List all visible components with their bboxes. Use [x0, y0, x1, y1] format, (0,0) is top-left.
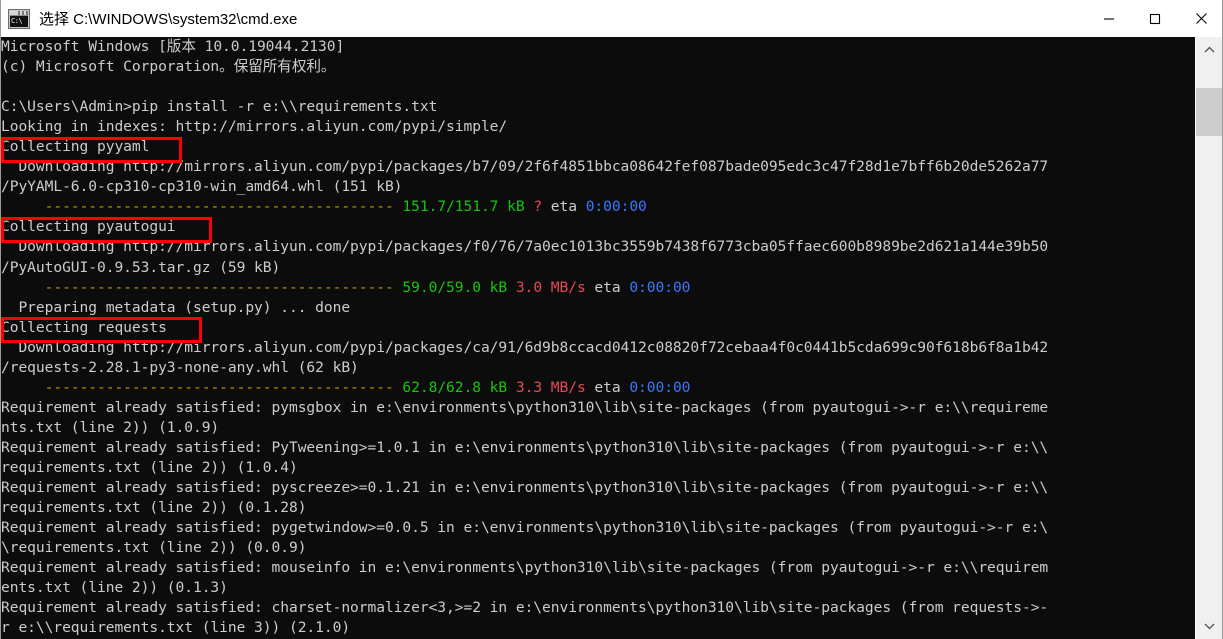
- console-text-span: 59.0/59.0 kB: [402, 278, 508, 296]
- console-text-span: Requirement already satisfied: pymsgbox …: [1, 398, 1049, 416]
- console-line: \requirements.txt (line 2)) (0.0.9): [1, 538, 1197, 558]
- console-text-span: ?: [533, 198, 543, 216]
- cmd-window: C:\ 选择 C:\WINDOWS\system32\cmd.exe Micro…: [0, 0, 1223, 639]
- console-line: /PyAutoGUI-0.9.53.tar.gz (59 kB): [1, 258, 1197, 278]
- console-text-span: r e:\\requirements.txt (line 3)) (2.1.0): [1, 619, 351, 637]
- console-text-span: [1, 198, 45, 215]
- console-text-span: ----------------------------------------: [44, 198, 403, 216]
- console-line: Downloading http://mirrors.aliyun.com/py…: [1, 237, 1197, 257]
- console-line: Requirement already satisfied: mouseinfo…: [1, 558, 1197, 578]
- console-text-span: 3.0 MB/s: [515, 278, 586, 296]
- console-line: Requirement already satisfied: pyscreeze…: [1, 478, 1197, 498]
- console-line: Collecting pyautogui: [1, 217, 1197, 237]
- console-line: Requirement already satisfied: PyTweenin…: [1, 438, 1197, 458]
- minimize-icon: [1104, 17, 1114, 20]
- console-text-span: requirements.txt (line 2)) (0.1.28): [1, 499, 307, 517]
- console-text-span: 0:00:00: [629, 378, 691, 396]
- console-text-span: Requirement already satisfied: PyTweenin…: [1, 438, 1049, 456]
- console-line: Microsoft Windows [版本 10.0.19044.2130]: [1, 37, 1197, 57]
- console-text-span: Collecting pyyaml: [1, 138, 150, 156]
- console-line: ----------------------------------------…: [1, 378, 1197, 398]
- console-text-span: Downloading http://mirrors.aliyun.com/py…: [1, 338, 1049, 356]
- console-text-span: Requirement already satisfied: mouseinfo…: [1, 559, 1049, 577]
- console-line: Preparing metadata (setup.py) ... done: [1, 298, 1197, 318]
- console-text-span: eta: [542, 198, 586, 216]
- console-text-span: 62.8/62.8 kB: [402, 378, 508, 396]
- console-text-span: /PyYAML-6.0-cp310-cp310-win_amd64.whl (1…: [1, 178, 403, 196]
- console-text-span: ----------------------------------------: [44, 378, 403, 396]
- console-line: ----------------------------------------…: [1, 278, 1197, 298]
- console-text-span: ents.txt (line 2)) (0.1.3): [1, 579, 228, 597]
- console-line: Downloading http://mirrors.aliyun.com/py…: [1, 338, 1197, 358]
- console-text-span: Looking in indexes: http://mirrors.aliyu…: [1, 118, 508, 136]
- scroll-up-button[interactable]: [1196, 37, 1222, 63]
- console-text-span: nts.txt (line 2)) (1.0.9): [1, 418, 220, 436]
- console-text-span: Requirement already satisfied: pygetwind…: [1, 519, 1049, 537]
- console-line: Collecting pyyaml: [1, 137, 1197, 157]
- console-line: Collecting requests: [1, 318, 1197, 338]
- chevron-down-icon: [1204, 623, 1214, 630]
- console-text-span: 151.7/151.7 kB: [402, 198, 525, 216]
- minimize-button[interactable]: [1086, 0, 1132, 37]
- console-output-area[interactable]: Microsoft Windows [版本 10.0.19044.2130] (c…: [1, 37, 1222, 639]
- console-text-span: /PyAutoGUI-0.9.53.tar.gz (59 kB): [1, 258, 281, 276]
- console-line: ----------------------------------------…: [1, 197, 1197, 217]
- console-text-span: Requirement already satisfied: pyscreeze…: [1, 479, 1049, 497]
- window-title: 选择 C:\WINDOWS\system32\cmd.exe: [39, 11, 298, 28]
- close-icon: [1195, 13, 1207, 24]
- console-text: Microsoft Windows [版本 10.0.19044.2130] (c…: [1, 37, 1197, 638]
- console-line: /PyYAML-6.0-cp310-cp310-win_amd64.whl (1…: [1, 177, 1197, 197]
- console-line: Downloading http://mirrors.aliyun.com/py…: [1, 157, 1197, 177]
- scroll-down-button[interactable]: [1196, 613, 1222, 639]
- console-text-span: requirements.txt (line 2)) (1.0.4): [1, 458, 298, 476]
- console-text-span: \requirements.txt (line 2)) (0.0.9): [1, 539, 307, 557]
- console-text-span: C:\Users\Admin>pip install -r e:\\requir…: [1, 98, 438, 116]
- console-text-span: [1, 379, 45, 396]
- console-text-span: [507, 279, 516, 296]
- console-text-span: Downloading http://mirrors.aliyun.com/py…: [1, 158, 1049, 176]
- console-line: Requirement already satisfied: pymsgbox …: [1, 398, 1197, 418]
- console-line: requirements.txt (line 2)) (0.1.28): [1, 498, 1197, 518]
- console-text-span: ----------------------------------------: [44, 278, 403, 296]
- console-text-span: Microsoft Windows [版本 10.0.19044.2130]: [1, 38, 345, 55]
- icon-buttons-strip: [18, 10, 28, 15]
- console-text-span: (c) Microsoft Corporation。保留所有权利。: [1, 58, 336, 76]
- console-line: requirements.txt (line 2)) (1.0.4): [1, 458, 1197, 478]
- close-button[interactable]: [1178, 0, 1222, 37]
- console-text-span: [1, 279, 45, 296]
- maximize-button[interactable]: [1132, 0, 1178, 37]
- console-line: ents.txt (line 2)) (0.1.3): [1, 578, 1197, 598]
- console-text-span: Collecting pyautogui: [1, 218, 176, 236]
- console-line: Requirement already satisfied: pygetwind…: [1, 518, 1197, 538]
- console-text-span: /requests-2.28.1-py3-none-any.whl (62 kB…: [1, 358, 359, 376]
- console-line: (c) Microsoft Corporation。保留所有权利。: [1, 57, 1197, 77]
- chevron-up-icon: [1204, 46, 1214, 53]
- console-text-span: 0:00:00: [629, 278, 691, 296]
- console-scrollbar[interactable]: [1195, 37, 1222, 639]
- scrollbar-thumb[interactable]: [1196, 88, 1222, 137]
- console-text-span: 3.3 MB/s: [515, 378, 586, 396]
- cmd-exe-icon: C:\: [8, 8, 30, 29]
- maximize-icon: [1149, 13, 1161, 24]
- console-line: /requests-2.28.1-py3-none-any.whl (62 kB…: [1, 358, 1197, 378]
- title-bar[interactable]: C:\ 选择 C:\WINDOWS\system32\cmd.exe: [1, 0, 1222, 38]
- console-text-span: 0:00:00: [585, 198, 647, 216]
- console-text-span: Collecting requests: [1, 318, 167, 336]
- console-line: nts.txt (line 2)) (1.0.9): [1, 418, 1197, 438]
- icon-screen-glyph: C:\: [10, 15, 28, 27]
- console-text-span: eta: [585, 378, 630, 396]
- console-text-span: Requirement already satisfied: charset-n…: [1, 599, 1049, 617]
- window-controls: [1086, 0, 1222, 37]
- console-line: r e:\\requirements.txt (line 3)) (2.1.0): [1, 618, 1197, 638]
- console-line: C:\Users\Admin>pip install -r e:\\requir…: [1, 97, 1197, 117]
- console-text-span: [507, 379, 516, 396]
- console-line: Requirement already satisfied: charset-n…: [1, 598, 1197, 618]
- console-text-span: Preparing metadata (setup.py) ... done: [1, 298, 351, 316]
- console-text-span: Downloading http://mirrors.aliyun.com/py…: [1, 238, 1049, 256]
- console-text-span: eta: [585, 278, 630, 296]
- title-bar-left: C:\ 选择 C:\WINDOWS\system32\cmd.exe: [1, 8, 1086, 29]
- console-line: Looking in indexes: http://mirrors.aliyu…: [1, 117, 1197, 137]
